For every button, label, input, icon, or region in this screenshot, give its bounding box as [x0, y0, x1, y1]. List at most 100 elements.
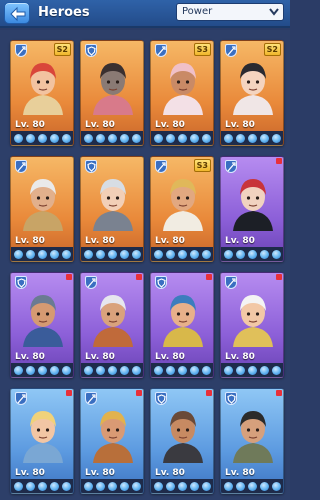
- sort-dropdown[interactable]: Power: [176, 3, 284, 21]
- star-icon: [154, 250, 163, 259]
- hero-card[interactable]: Lv. 80: [220, 388, 284, 494]
- hero-portrait: [233, 411, 273, 463]
- star-icon: [248, 366, 257, 375]
- star-icon: [190, 366, 199, 375]
- star-icon: [248, 134, 257, 143]
- hero-portrait: [93, 63, 133, 115]
- hero-portrait: [23, 179, 63, 231]
- hero-card[interactable]: Lv. 80: [10, 156, 74, 262]
- hero-card[interactable]: Lv. 80: [80, 156, 144, 262]
- hero-portrait: [93, 295, 133, 347]
- hero-portrait: [233, 295, 273, 347]
- notification-dot: [66, 274, 72, 280]
- star-icon: [84, 134, 93, 143]
- hero-level: Lv. 80: [155, 120, 185, 130]
- notification-dot: [206, 274, 212, 280]
- star-icon: [272, 366, 281, 375]
- hero-level: Lv. 80: [85, 120, 115, 130]
- star-icon: [272, 134, 281, 143]
- hero-card[interactable]: Lv. 80: [150, 272, 214, 378]
- star-icon: [178, 134, 187, 143]
- star-rating: [151, 363, 213, 377]
- star-icon: [26, 250, 35, 259]
- star-icon: [14, 482, 23, 491]
- star-icon: [84, 250, 93, 259]
- star-icon: [190, 482, 199, 491]
- notification-dot: [276, 274, 282, 280]
- star-icon: [50, 482, 59, 491]
- star-rating: [221, 247, 283, 261]
- hero-card[interactable]: Lv. 80: [10, 272, 74, 378]
- star-icon: [132, 366, 141, 375]
- star-icon: [14, 134, 23, 143]
- hero-card[interactable]: S2 Lv. 80: [10, 40, 74, 146]
- hero-card[interactable]: Lv. 80: [80, 388, 144, 494]
- star-icon: [26, 366, 35, 375]
- star-rating: [221, 363, 283, 377]
- hero-level: Lv. 80: [155, 236, 185, 246]
- hero-card[interactable]: Lv. 80: [220, 272, 284, 378]
- hero-portrait: [23, 295, 63, 347]
- star-icon: [120, 250, 129, 259]
- top-bar: Heroes Power: [0, 0, 290, 28]
- hero-portrait: [93, 179, 133, 231]
- star-icon: [236, 250, 245, 259]
- star-icon: [154, 366, 163, 375]
- hero-card[interactable]: Lv. 80: [80, 40, 144, 146]
- star-icon: [166, 482, 175, 491]
- hero-level: Lv. 80: [225, 468, 255, 478]
- star-rating: [81, 363, 143, 377]
- star-icon: [50, 250, 59, 259]
- hero-card[interactable]: Lv. 80: [150, 388, 214, 494]
- hero-card[interactable]: Lv. 80: [10, 388, 74, 494]
- hero-level: Lv. 80: [225, 236, 255, 246]
- star-icon: [178, 366, 187, 375]
- star-icon: [132, 250, 141, 259]
- star-icon: [62, 482, 71, 491]
- star-icon: [108, 366, 117, 375]
- hero-card[interactable]: Lv. 80: [220, 156, 284, 262]
- star-icon: [96, 134, 105, 143]
- star-rating: [81, 247, 143, 261]
- hero-level: Lv. 80: [155, 352, 185, 362]
- back-button[interactable]: [4, 2, 30, 24]
- star-icon: [14, 366, 23, 375]
- hero-level: Lv. 80: [85, 468, 115, 478]
- star-icon: [190, 250, 199, 259]
- hero-portrait: [163, 179, 203, 231]
- hero-portrait: [163, 411, 203, 463]
- hero-card[interactable]: S3 Lv. 80: [150, 40, 214, 146]
- hero-portrait: [93, 411, 133, 463]
- star-icon: [38, 250, 47, 259]
- star-icon: [248, 482, 257, 491]
- star-icon: [38, 366, 47, 375]
- star-rating: [151, 479, 213, 493]
- star-icon: [38, 482, 47, 491]
- star-icon: [236, 134, 245, 143]
- hero-level: Lv. 80: [15, 352, 45, 362]
- star-icon: [84, 366, 93, 375]
- star-icon: [224, 250, 233, 259]
- hero-portrait: [233, 179, 273, 231]
- star-rating: [11, 131, 73, 145]
- star-icon: [96, 250, 105, 259]
- star-icon: [178, 482, 187, 491]
- hero-card[interactable]: S2 Lv. 80: [220, 40, 284, 146]
- hero-portrait: [163, 63, 203, 115]
- star-icon: [120, 134, 129, 143]
- hero-card[interactable]: S3 Lv. 80: [150, 156, 214, 262]
- hero-level: Lv. 80: [225, 120, 255, 130]
- star-icon: [154, 482, 163, 491]
- star-icon: [272, 482, 281, 491]
- star-icon: [96, 482, 105, 491]
- star-icon: [248, 250, 257, 259]
- star-icon: [96, 366, 105, 375]
- star-rating: [221, 479, 283, 493]
- hero-level: Lv. 80: [15, 468, 45, 478]
- star-icon: [120, 482, 129, 491]
- star-rating: [151, 131, 213, 145]
- hero-grid-area[interactable]: S2 Lv. 80 Lv. 80 S3 Lv. 80 S2 Lv. 80 Lv. 80 Lv. …: [0, 30, 290, 500]
- back-arrow-icon: [10, 6, 26, 22]
- hero-card[interactable]: Lv. 80: [80, 272, 144, 378]
- star-icon: [62, 366, 71, 375]
